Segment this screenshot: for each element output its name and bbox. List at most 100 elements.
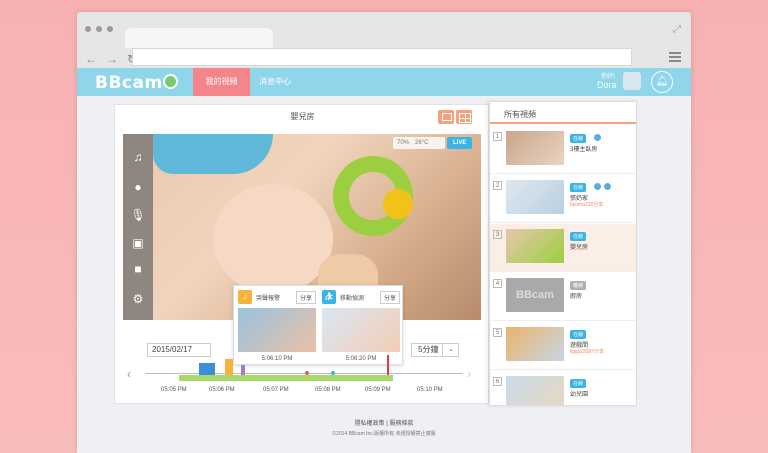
share-icon bbox=[594, 134, 601, 141]
status-badge: 在線 bbox=[570, 232, 587, 241]
grid-view-icon[interactable] bbox=[456, 110, 472, 124]
timeline-prev-icon[interactable]: ‹ bbox=[127, 367, 131, 381]
live-badge: LIVE bbox=[447, 137, 473, 149]
nav-my-videos[interactable]: 我的視頻 bbox=[193, 68, 250, 96]
expand-icon[interactable]: ⤢ bbox=[673, 24, 681, 35]
event-time: 5:06:10 PM bbox=[261, 356, 293, 362]
main-content: 嬰兒房 ♫ ● 🎙︎ ▣ ■ ⚙︎ 70% 26°C LIVE ♪ 哭聲報警 分… bbox=[77, 96, 691, 453]
temperature-value: 26°C bbox=[415, 140, 429, 146]
status-badge: 在線 bbox=[570, 330, 587, 339]
item-thumbnail[interactable] bbox=[506, 327, 564, 361]
app-header: BBcam 我的視頻 消息中心 你好! Dora 🔔︎ bbox=[77, 68, 691, 96]
microphone-icon[interactable]: 🎙︎ bbox=[123, 202, 153, 228]
item-thumbnail[interactable] bbox=[506, 131, 564, 165]
item-name: 幼兒園 bbox=[570, 392, 589, 398]
event-label: 哭聲報警 bbox=[256, 296, 281, 302]
tick-label: 05:07 PM bbox=[263, 387, 289, 393]
owl-logo-icon bbox=[163, 74, 178, 89]
nav-arrows: ← → ↻ bbox=[85, 52, 137, 66]
item-thumbnail[interactable] bbox=[506, 376, 564, 405]
status-badge: 在線 bbox=[570, 134, 587, 143]
timeline-event-dot[interactable] bbox=[331, 371, 335, 375]
room-title: 嬰兒房 bbox=[290, 112, 315, 121]
browser-window: ⤢ ← → ↻ BBcam 我的視頻 消息中心 你好! Dora 🔔︎ 嬰兒房 bbox=[77, 12, 691, 453]
list-item[interactable]: 2 在線 張奶家 Ilpoma230分享 bbox=[490, 175, 636, 223]
hamburger-menu-icon[interactable] bbox=[669, 52, 681, 64]
logo[interactable]: BBcam bbox=[95, 73, 163, 93]
timeline-cursor[interactable] bbox=[387, 355, 389, 375]
avatar[interactable] bbox=[623, 72, 641, 90]
browser-tab[interactable] bbox=[125, 28, 273, 48]
tick-label: 05:05 PM bbox=[161, 387, 187, 393]
motion-icon: ⛹︎ bbox=[322, 290, 336, 304]
timeline-event-marker[interactable] bbox=[241, 365, 245, 375]
status-badge: 離線 bbox=[570, 281, 587, 290]
window-controls[interactable] bbox=[85, 26, 113, 32]
item-name: 廚房 bbox=[570, 294, 583, 300]
chevron-down-icon[interactable]: ⌄ bbox=[442, 343, 459, 357]
item-number: 4 bbox=[493, 279, 502, 288]
forward-icon[interactable]: → bbox=[106, 52, 118, 66]
tick-label: 05:10 PM bbox=[417, 387, 443, 393]
item-thumbnail[interactable] bbox=[506, 180, 564, 214]
baby-face-shape bbox=[213, 184, 333, 294]
event-popup: ♪ 哭聲報警 分享 5:06:10 PM ⛹︎ 移動偵測 分享 5:06:20 … bbox=[233, 285, 403, 365]
environment-status: 70% 26°C bbox=[393, 137, 445, 149]
item-name: 3樓主臥房 bbox=[570, 147, 598, 153]
camera-icon[interactable]: ▣ bbox=[123, 230, 153, 256]
list-item-selected[interactable]: 3 在線 嬰兒房 bbox=[490, 224, 636, 272]
player-panel: 嬰兒房 ♫ ● 🎙︎ ▣ ■ ⚙︎ 70% 26°C LIVE ♪ 哭聲報警 分… bbox=[114, 104, 489, 404]
item-shared-by: llgigi23087分享 bbox=[570, 349, 604, 355]
offline-thumbnail[interactable]: BBcam bbox=[506, 278, 564, 312]
settings-icon[interactable]: ⚙︎ bbox=[123, 286, 153, 312]
list-item[interactable]: 6 在線 幼兒園 bbox=[490, 371, 636, 405]
list-item[interactable]: 4 BBcam 離線 廚房 bbox=[490, 273, 636, 321]
list-item[interactable]: 5 在線 遊戲間 llgigi23087分享 bbox=[490, 322, 636, 370]
timeline-event-dot[interactable] bbox=[305, 371, 309, 375]
user-greeting: 你好! bbox=[601, 74, 615, 80]
tick-label: 05:08 PM bbox=[315, 387, 341, 393]
share-icon bbox=[594, 183, 601, 190]
event-thumbnail[interactable] bbox=[322, 308, 400, 352]
footer-copyright: ©2014 BBcam Inc.版權所有 未經授權禁止複製 bbox=[332, 431, 436, 437]
list-title: 所有視頻 bbox=[490, 102, 636, 124]
tool-sidebar: ♫ ● 🎙︎ ▣ ■ ⚙︎ bbox=[123, 134, 153, 320]
humidity-value: 70% bbox=[397, 140, 410, 146]
tick-label: 05:09 PM bbox=[365, 387, 391, 393]
browser-chrome: ⤢ ← → ↻ bbox=[77, 12, 691, 72]
blanket-shape bbox=[153, 134, 273, 174]
single-view-icon[interactable] bbox=[438, 110, 454, 124]
list-item[interactable]: 1 在線 3樓主臥房 bbox=[490, 126, 636, 174]
item-thumbnail[interactable] bbox=[506, 229, 564, 263]
timeline-event-marker[interactable] bbox=[199, 363, 215, 375]
item-number: 6 bbox=[493, 377, 502, 386]
timeline-next-icon[interactable]: › bbox=[467, 367, 471, 381]
light-icon[interactable]: ● bbox=[123, 174, 153, 200]
video-camera-icon[interactable]: ■ bbox=[123, 256, 153, 282]
terms-link[interactable]: 服務條款 bbox=[389, 421, 413, 427]
date-picker[interactable]: 2015/02/17 bbox=[147, 343, 211, 357]
tick-label: 05:06 PM bbox=[209, 387, 235, 393]
bell-icon[interactable]: 🔔︎ bbox=[651, 71, 673, 93]
event-thumbnail[interactable] bbox=[238, 308, 316, 352]
item-shared-by: Ilpoma230分享 bbox=[570, 202, 604, 208]
timeline-event-marker[interactable] bbox=[225, 359, 233, 375]
footer-links: 隱私權政策 | 服務條款 bbox=[77, 418, 691, 427]
item-number: 3 bbox=[493, 230, 502, 239]
person-icon bbox=[604, 183, 611, 190]
item-number: 1 bbox=[493, 132, 502, 141]
timeline-recording-bar[interactable] bbox=[179, 375, 393, 381]
music-icon[interactable]: ♫ bbox=[123, 144, 153, 170]
nav-messages[interactable]: 消息中心 bbox=[259, 68, 291, 96]
item-name: 嬰兒房 bbox=[570, 245, 589, 251]
toy-ball-shape bbox=[383, 189, 413, 219]
privacy-link[interactable]: 隱私權政策 bbox=[355, 421, 385, 427]
status-badge: 在線 bbox=[570, 379, 587, 388]
video-list-panel: 所有視頻 1 在線 3樓主臥房 2 在線 張奶家 Ilpoma230分享 3 在… bbox=[489, 101, 637, 406]
user-name: Dora bbox=[597, 80, 617, 90]
share-button[interactable]: 分享 bbox=[379, 291, 400, 304]
share-button[interactable]: 分享 bbox=[295, 291, 316, 304]
back-icon[interactable]: ← bbox=[85, 52, 97, 66]
item-number: 5 bbox=[493, 328, 502, 337]
url-bar[interactable] bbox=[132, 48, 632, 66]
